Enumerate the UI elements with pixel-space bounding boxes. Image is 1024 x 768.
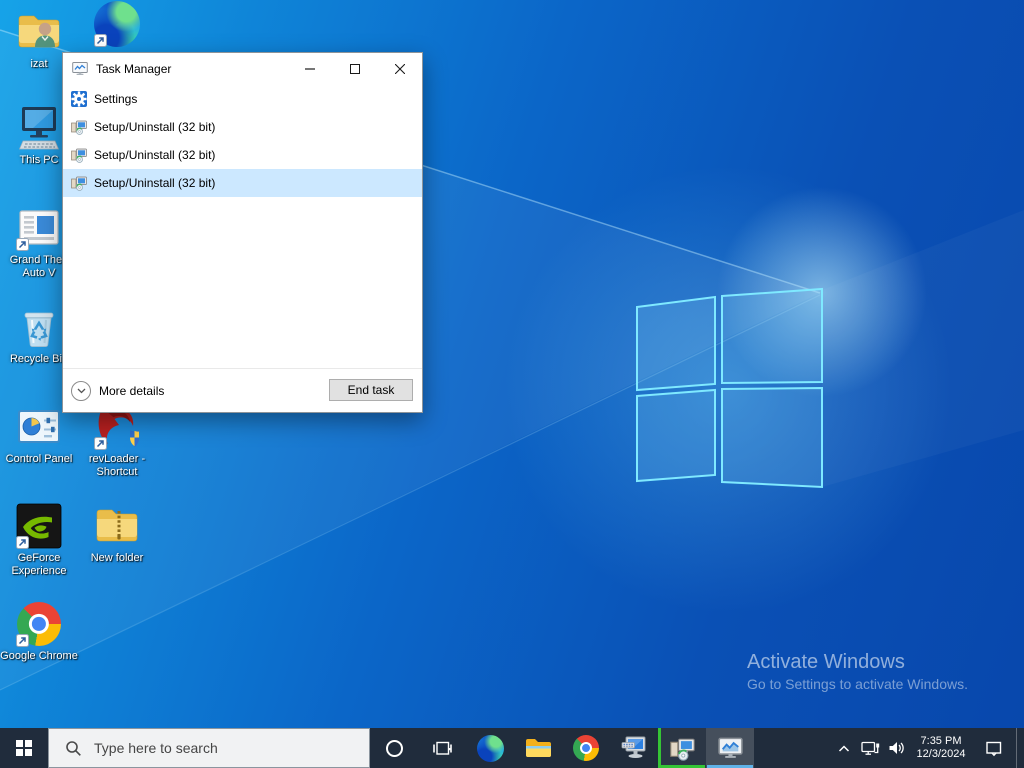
desktop-icon-label: Control Panel <box>6 453 73 466</box>
windows-logo-icon <box>16 740 32 756</box>
chrome-icon <box>573 735 599 761</box>
desktop-icon-geforce[interactable]: GeForce Experience <box>0 502 78 578</box>
geforce-icon <box>15 502 63 550</box>
window-footer: More details End task <box>63 368 422 412</box>
process-row-setup-3-selected[interactable]: Setup/Uninstall (32 bit) <box>63 169 422 197</box>
chevron-up-icon <box>838 744 850 753</box>
installer-icon <box>71 119 87 135</box>
app-window-icon <box>15 204 63 252</box>
cortana-icon <box>386 740 403 757</box>
shortcut-arrow-icon <box>16 634 29 647</box>
taskbar-task-manager-button-active[interactable] <box>706 728 754 768</box>
installer-icon <box>670 736 695 761</box>
taskbar: Type here to search <box>0 728 1024 768</box>
process-row-setup-2[interactable]: Setup/Uninstall (32 bit) <box>63 141 422 169</box>
chrome-icon <box>15 600 63 648</box>
volume-icon <box>888 740 905 756</box>
shortcut-arrow-icon <box>16 536 29 549</box>
taskbar-file-explorer-button[interactable] <box>514 728 562 768</box>
chevron-down-circle-icon <box>71 381 91 401</box>
process-row-settings[interactable]: Settings <box>63 85 422 113</box>
search-box[interactable]: Type here to search <box>48 728 370 768</box>
end-task-button[interactable]: End task <box>329 379 413 401</box>
desktop-icon-new-folder[interactable]: New folder <box>78 502 156 565</box>
zipped-folder-icon <box>93 502 141 550</box>
more-details-toggle[interactable]: More details <box>63 381 164 401</box>
installer-icon <box>71 147 87 163</box>
search-icon <box>65 740 82 757</box>
desktop: Activate Windows Go to Settings to activ… <box>0 0 1024 768</box>
desktop-icon-label: This PC <box>19 154 58 167</box>
file-explorer-icon <box>525 737 551 759</box>
task-view-icon <box>433 740 452 757</box>
process-label: Setup/Uninstall (32 bit) <box>94 176 215 190</box>
task-manager-window: Task Manager <box>62 52 423 413</box>
shortcut-arrow-icon <box>16 238 29 251</box>
action-center-icon <box>985 740 1003 757</box>
desktop-icon-label: izat <box>30 58 47 71</box>
task-manager-icon <box>718 736 743 761</box>
window-title: Task Manager <box>96 62 171 76</box>
process-label: Settings <box>94 92 137 106</box>
tray-chevron-up-button[interactable] <box>831 728 857 768</box>
taskbar-computer-app-button[interactable] <box>610 728 658 768</box>
computer-keyboard-icon <box>621 735 648 762</box>
process-label: Setup/Uninstall (32 bit) <box>94 120 215 134</box>
search-placeholder: Type here to search <box>94 740 218 756</box>
tray-network-button[interactable] <box>857 728 883 768</box>
task-manager-icon <box>72 61 88 77</box>
desktop-icon-label: Google Chrome <box>0 650 78 663</box>
system-tray: 7:35 PM 12/3/2024 <box>831 728 1024 768</box>
edge-icon <box>477 735 504 762</box>
installer-icon <box>71 175 87 191</box>
shortcut-arrow-icon <box>94 34 107 47</box>
minimize-button[interactable] <box>287 53 332 85</box>
more-details-label: More details <box>99 384 164 398</box>
settings-gear-icon <box>71 91 87 107</box>
tray-clock[interactable]: 7:35 PM 12/3/2024 <box>910 735 972 761</box>
desktop-icon-label: New folder <box>91 552 144 565</box>
this-pc-icon <box>15 104 63 152</box>
edge-logo-icon <box>93 0 141 48</box>
cortana-button[interactable] <box>370 728 418 768</box>
desktop-icon-label: GeForce Experience <box>0 552 78 578</box>
process-list: Settings Setup/Uninstall (32 bit) <box>63 85 422 197</box>
process-label: Setup/Uninstall (32 bit) <box>94 148 215 162</box>
taskbar-edge-button[interactable] <box>466 728 514 768</box>
show-desktop-button[interactable] <box>1016 728 1024 768</box>
recycle-bin-icon <box>15 303 63 351</box>
desktop-icon-revloader[interactable]: revLoader - Shortcut <box>78 403 156 479</box>
close-button[interactable] <box>377 53 422 85</box>
desktop-icon-edge[interactable] <box>78 0 156 50</box>
clock-time: 7:35 PM <box>910 735 972 748</box>
desktop-icon-label: Recycle Bin <box>10 353 68 366</box>
tray-volume-button[interactable] <box>883 728 910 768</box>
taskbar-installer-button-running[interactable] <box>658 728 706 768</box>
desktop-icon-label: revLoader - Shortcut <box>78 453 156 479</box>
control-panel-icon <box>15 403 63 451</box>
desktop-icon-google-chrome[interactable]: Google Chrome <box>0 600 78 663</box>
network-icon <box>861 740 880 757</box>
taskbar-chrome-button[interactable] <box>562 728 610 768</box>
shortcut-arrow-icon <box>94 437 107 450</box>
action-center-button[interactable] <box>972 728 1016 768</box>
progress-indicator <box>658 728 661 768</box>
window-body-empty <box>63 197 422 368</box>
maximize-button[interactable] <box>332 53 377 85</box>
start-button[interactable] <box>0 728 48 768</box>
process-row-setup-1[interactable]: Setup/Uninstall (32 bit) <box>63 113 422 141</box>
clock-date: 12/3/2024 <box>910 748 972 761</box>
task-view-button[interactable] <box>418 728 466 768</box>
title-bar[interactable]: Task Manager <box>63 53 422 85</box>
user-folder-icon <box>15 8 63 56</box>
